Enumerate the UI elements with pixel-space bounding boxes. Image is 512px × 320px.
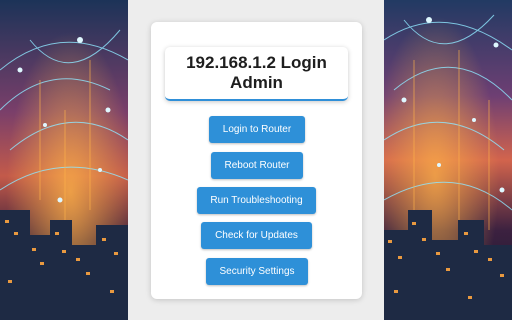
reboot-router-button[interactable]: Reboot Router [211,152,303,179]
network-city-illustration-right [384,0,512,320]
page-title: 192.168.1.2 Login [186,53,327,72]
login-to-router-button[interactable]: Login to Router [209,116,305,143]
title-box: 192.168.1.2 Login Admin [165,47,348,101]
check-for-updates-button[interactable]: Check for Updates [201,222,312,249]
network-city-image-left [0,0,128,320]
network-city-image-right [384,0,512,320]
run-troubleshooting-button[interactable]: Run Troubleshooting [197,187,316,214]
security-settings-button[interactable]: Security Settings [206,258,308,285]
network-city-illustration-left [0,0,128,320]
login-card: 192.168.1.2 Login Admin Login to Router … [151,22,362,299]
main-panel: 192.168.1.2 Login Admin Login to Router … [128,0,384,320]
page-subtitle: Admin [230,73,283,92]
